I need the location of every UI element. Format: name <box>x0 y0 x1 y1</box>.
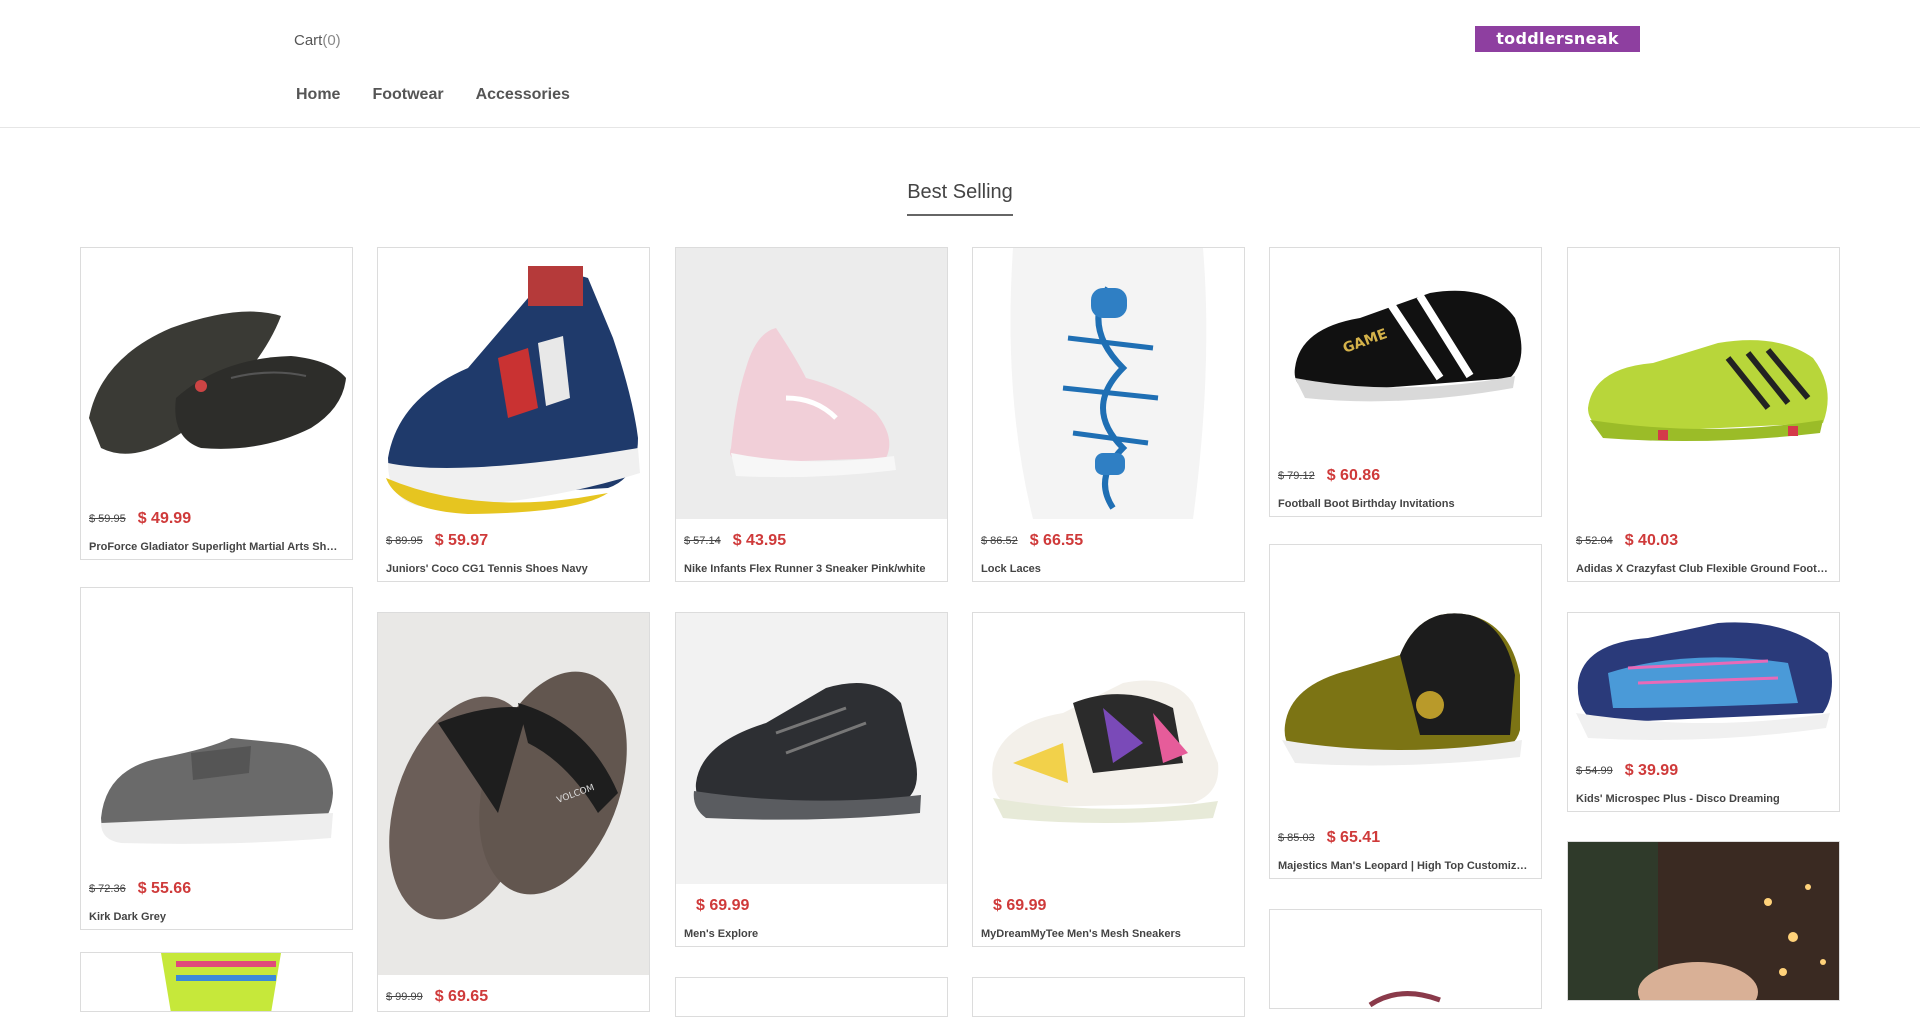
product-card[interactable]: $ 69.99 MyDreamMyTee Men's Mesh Sneakers <box>972 612 1245 947</box>
old-price: $ 86.52 <box>981 535 1018 547</box>
product-image <box>378 248 649 519</box>
product-prices: $ 85.03 $ 65.41 <box>1270 824 1541 852</box>
product-card[interactable]: $ 85.03 $ 65.41 Majestics Man's Leopard |… <box>1269 544 1542 879</box>
old-price: $ 59.95 <box>89 513 126 525</box>
product-image <box>1568 613 1839 749</box>
product-image <box>81 588 352 867</box>
product-prices: $ 99.99 $ 69.65 <box>378 983 649 1011</box>
old-price: $ 57.14 <box>684 535 721 547</box>
cart-link[interactable]: Cart(0) <box>294 32 341 49</box>
price: $ 69.65 <box>434 988 489 1005</box>
price: $ 40.03 <box>1624 532 1679 549</box>
product-card[interactable]: $ 89.95 $ 59.97 Juniors' Coco CG1 Tennis … <box>377 247 650 582</box>
product-name[interactable]: Kirk Dark Grey <box>81 911 352 929</box>
product-name[interactable]: Juniors' Coco CG1 Tennis Shoes Navy <box>378 563 649 581</box>
product-prices: $ 52.04 $ 40.03 <box>1568 527 1839 555</box>
product-image <box>1568 248 1839 519</box>
product-name[interactable]: Men's Explore <box>676 928 947 946</box>
product-card[interactable] <box>675 977 948 1017</box>
old-price: $ 79.12 <box>1278 470 1315 482</box>
product-prices: $ 57.14 $ 43.95 <box>676 527 947 555</box>
nav-footwear[interactable]: Footwear <box>372 86 443 104</box>
product-image: VOLCOM <box>378 613 649 975</box>
product-name[interactable]: Football Boot Birthday Invitations <box>1270 498 1541 516</box>
nav-home[interactable]: Home <box>296 86 340 104</box>
price: $ 49.99 <box>137 510 192 527</box>
product-card[interactable]: $ 52.04 $ 40.03 Adidas X Crazyfast Club F… <box>1567 247 1840 582</box>
product-card[interactable] <box>1567 841 1840 1001</box>
product-card[interactable]: $ 72.36 $ 55.66 Kirk Dark Grey <box>80 587 353 930</box>
product-image <box>676 613 947 884</box>
product-image <box>973 248 1244 519</box>
cart-count: (0) <box>322 32 341 49</box>
product-image <box>1270 910 1541 1008</box>
product-image <box>676 248 947 519</box>
price: $ 59.97 <box>434 532 489 549</box>
price: $ 55.66 <box>137 880 192 897</box>
site-header: Cart(0) toddlersneak Home Footwear Acces… <box>0 0 1920 128</box>
product-card[interactable] <box>972 977 1245 1017</box>
product-prices: $ 86.52 $ 66.55 <box>973 527 1244 555</box>
nav-accessories[interactable]: Accessories <box>476 86 570 104</box>
product-prices: $ 69.99 <box>973 892 1244 920</box>
product-prices: $ 72.36 $ 55.66 <box>81 875 352 903</box>
section-title-text: Best Selling <box>907 181 1013 216</box>
product-name[interactable]: Lock Laces <box>973 563 1244 581</box>
product-name[interactable]: MyDreamMyTee Men's Mesh Sneakers <box>973 928 1244 946</box>
product-name[interactable]: Kids' Microspec Plus - Disco Dreaming <box>1568 793 1839 811</box>
price: $ 69.99 <box>993 897 1047 914</box>
old-price: $ 89.95 <box>386 535 423 547</box>
product-prices: $ 89.95 $ 59.97 <box>378 527 649 555</box>
product-name[interactable]: Majestics Man's Leopard | High Top Custo… <box>1270 860 1541 878</box>
main-nav: Home Footwear Accessories <box>296 86 602 104</box>
product-name[interactable]: Nike Infants Flex Runner 3 Sneaker Pink/… <box>676 563 947 581</box>
product-image <box>1270 545 1541 816</box>
product-prices: $ 69.99 <box>676 892 947 920</box>
product-name[interactable]: Adidas X Crazyfast Club Flexible Ground … <box>1568 563 1839 581</box>
product-image <box>81 953 352 1011</box>
price: $ 65.41 <box>1326 829 1381 846</box>
product-name[interactable]: ProForce Gladiator Superlight Martial Ar… <box>81 541 352 559</box>
price: $ 43.95 <box>732 532 787 549</box>
product-image: GAME <box>1270 248 1541 454</box>
product-card[interactable]: VOLCOM $ 99.99 $ 69.65 <box>377 612 650 1012</box>
price: $ 60.86 <box>1326 467 1381 484</box>
price: $ 66.55 <box>1029 532 1084 549</box>
product-image <box>1568 842 1839 1000</box>
old-price: $ 52.04 <box>1576 535 1613 547</box>
product-prices: $ 54.99 $ 39.99 <box>1568 757 1839 785</box>
product-prices: $ 79.12 $ 60.86 <box>1270 462 1541 490</box>
store-logo[interactable]: toddlersneak <box>1475 26 1640 52</box>
old-price: $ 85.03 <box>1278 832 1315 844</box>
section-title: Best Selling <box>0 181 1920 216</box>
product-prices: $ 59.95 $ 49.99 <box>81 505 352 533</box>
price: $ 69.99 <box>696 897 750 914</box>
price: $ 39.99 <box>1624 762 1679 779</box>
old-price: $ 54.99 <box>1576 765 1613 777</box>
product-card[interactable] <box>1269 909 1542 1009</box>
product-image <box>81 248 352 497</box>
old-price: $ 72.36 <box>89 883 126 895</box>
product-card[interactable]: $ 69.99 Men's Explore <box>675 612 948 947</box>
product-card[interactable]: $ 59.95 $ 49.99 ProForce Gladiator Superl… <box>80 247 353 560</box>
product-card[interactable] <box>80 952 353 1012</box>
cart-label: Cart <box>294 32 323 49</box>
product-card[interactable]: GAME $ 79.12 $ 60.86 Football Boot Birthd… <box>1269 247 1542 517</box>
product-card[interactable]: $ 54.99 $ 39.99 Kids' Microspec Plus - Di… <box>1567 612 1840 812</box>
product-card[interactable]: $ 57.14 $ 43.95 Nike Infants Flex Runner … <box>675 247 948 582</box>
product-image <box>973 613 1244 884</box>
product-card[interactable]: $ 86.52 $ 66.55 Lock Laces <box>972 247 1245 582</box>
